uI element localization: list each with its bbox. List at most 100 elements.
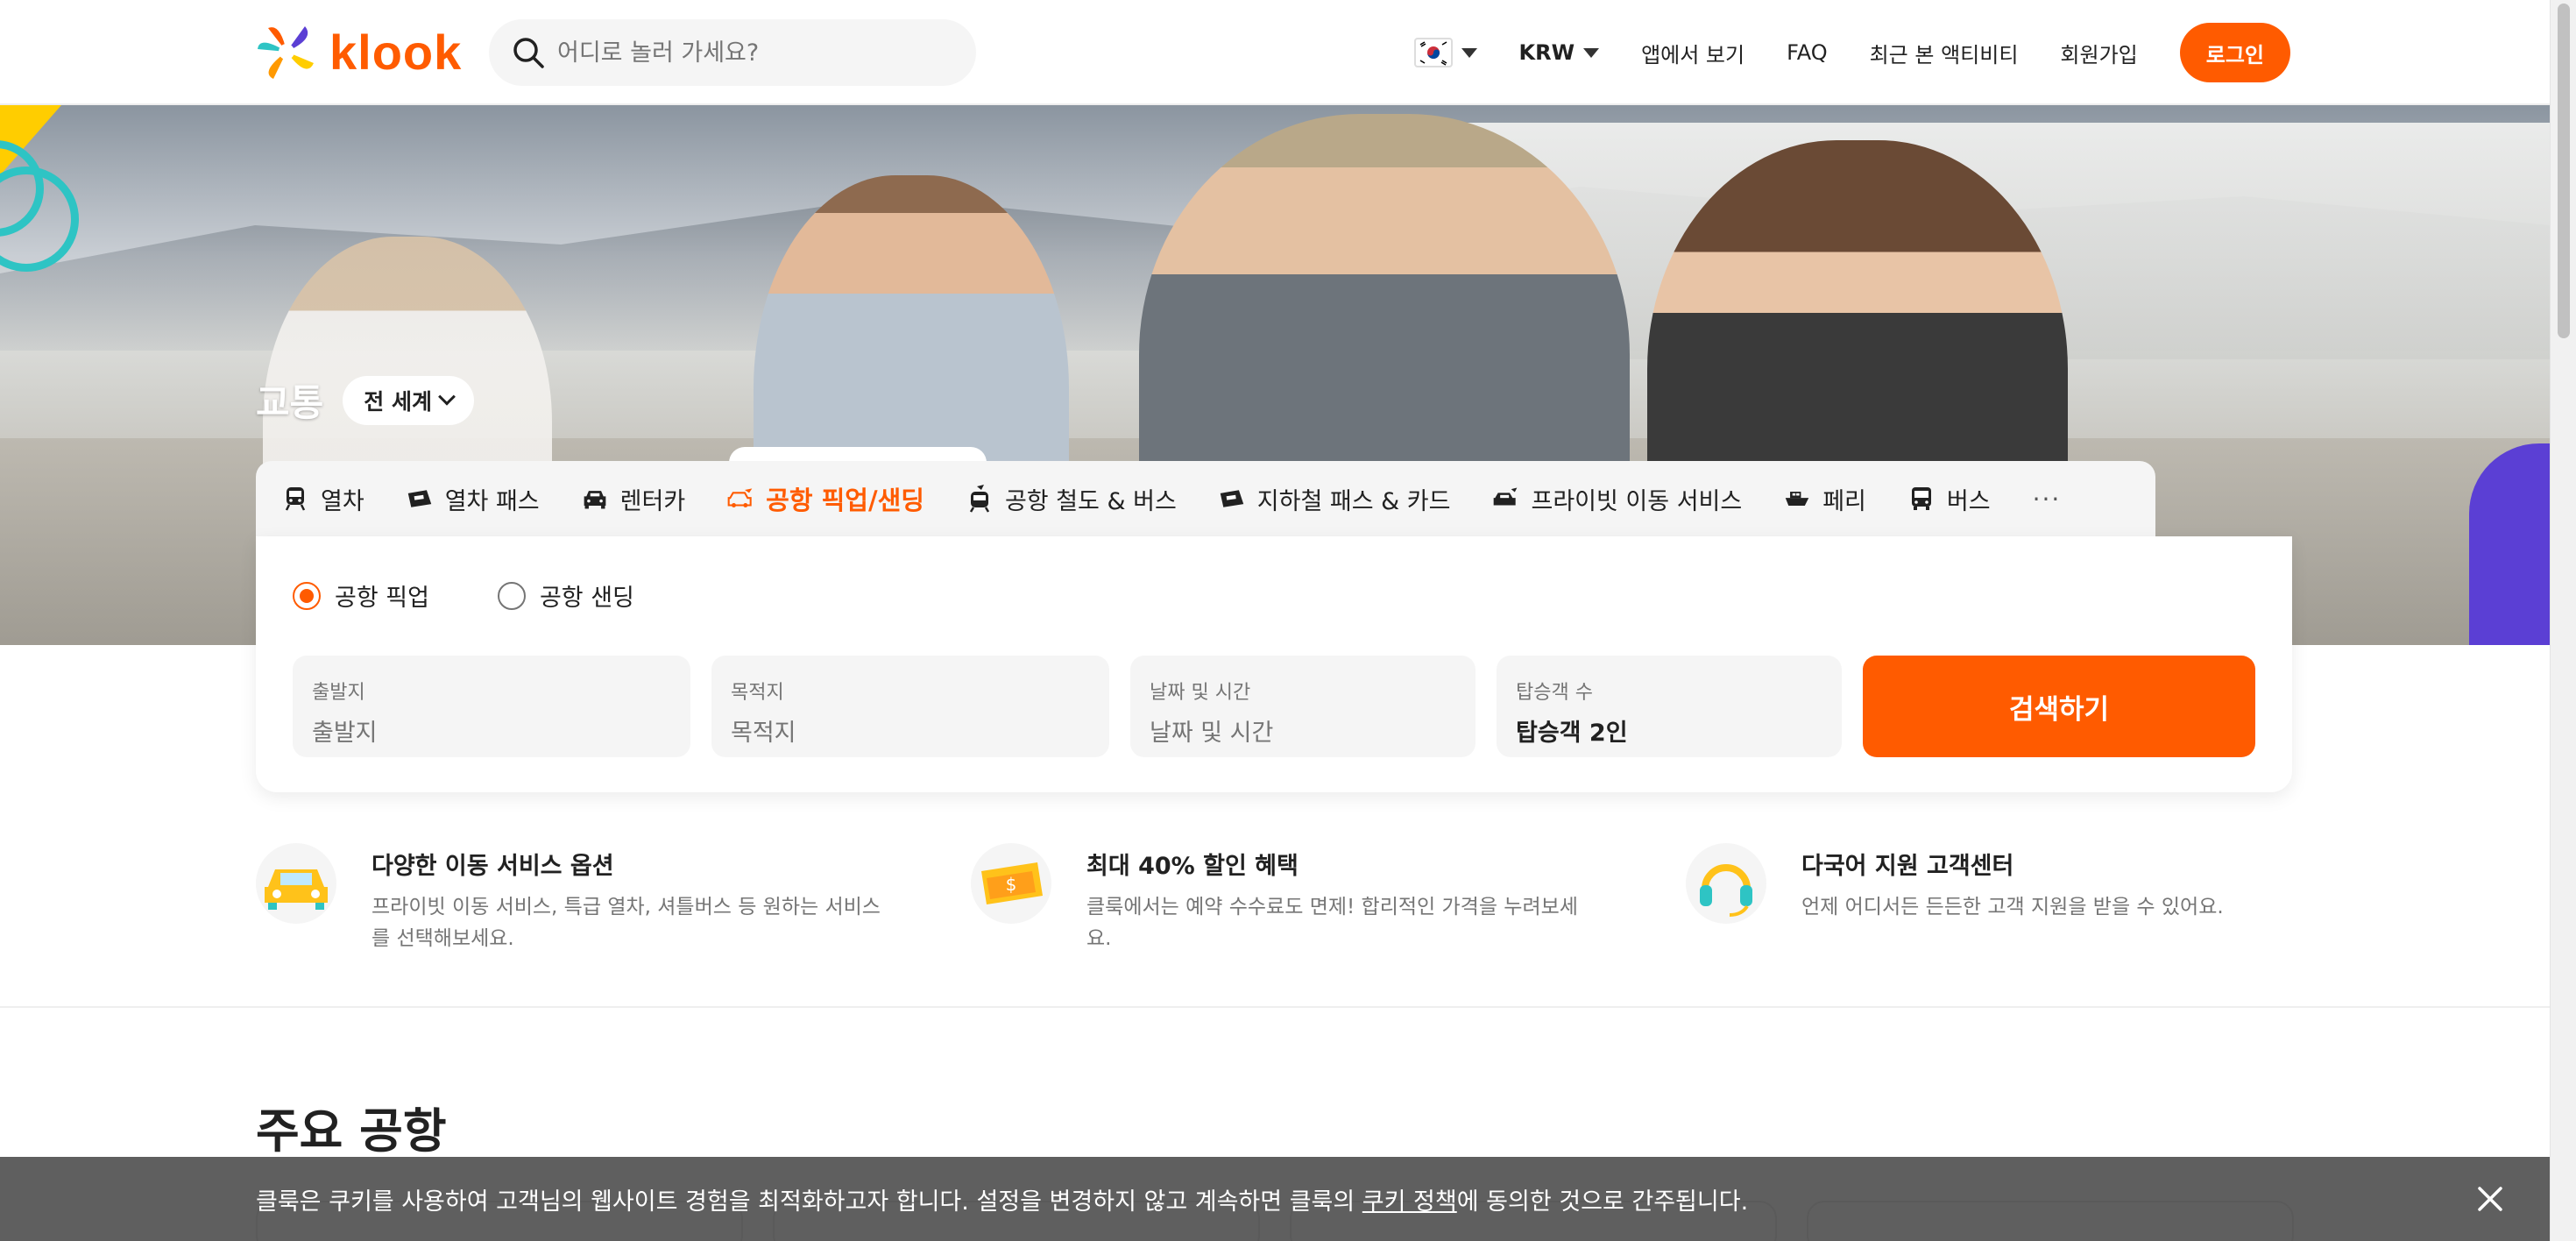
region-label: 전 세계: [364, 388, 432, 415]
benefit-title: 다양한 이동 서비스 옵션: [372, 853, 614, 880]
benefits-row: 다양한 이동 서비스 옵션 프라이빗 이동 서비스, 특급 열차, 셔틀버스 등…: [256, 843, 2292, 950]
tab-subway-card[interactable]: 지하철 패스 & 카드: [1219, 482, 1451, 516]
benefit-desc-line: 언제 어디서든 든든한 고객 지원을 받을 수 있어요.: [1801, 896, 2224, 918]
headset-icon: [1686, 843, 1766, 924]
page-scrollbar[interactable]: [2550, 0, 2576, 1241]
transport-tabs: 열차 열차 패스 렌터카 공항 픽업/샌딩 공항 철도 & 버스 지하철 패스 …: [256, 461, 2155, 536]
field-value: 탑승객 2인: [1516, 720, 1628, 747]
benefit-description: 프라이빗 이동 서비스, 특급 열차, 셔틀버스 등 원하는 서비스 를 선택해…: [372, 891, 881, 954]
field-value: 날짜 및 시간: [1150, 720, 1274, 747]
decor-teal-ring: [0, 167, 79, 272]
global-search[interactable]: [489, 19, 976, 86]
tab-rail-pass[interactable]: 열차 패스: [407, 482, 540, 516]
benefit-item: 다국어 지원 고객센터 언제 어디서든 든든한 고객 지원을 받을 수 있어요.: [1686, 843, 2224, 924]
top-header: klook KRW: [0, 0, 2550, 105]
train-icon: [282, 486, 308, 512]
tab-rental-car[interactable]: 렌터카: [582, 482, 685, 516]
field-value: 출발지: [312, 720, 378, 747]
dollar-ticket-icon: $: [971, 843, 1051, 924]
tab-label: 지하철 패스 & 카드: [1256, 487, 1451, 515]
section-divider: [0, 1006, 2550, 1008]
language-selector[interactable]: [1413, 38, 1477, 67]
nav-app-link[interactable]: 앱에서 보기: [1641, 38, 1744, 68]
cookie-policy-link[interactable]: 쿠키 정책: [1362, 1188, 1457, 1216]
nav-faq-link[interactable]: FAQ: [1787, 40, 1828, 65]
section-title: 주요 공항: [256, 1103, 447, 1159]
search-input[interactable]: [557, 39, 925, 67]
passengers-field[interactable]: 탑승객 수 탑승객 2인: [1497, 656, 1842, 757]
transfer-search-panel: 공항 픽업 공항 샌딩 출발지 출발지 목적지 목적지 날짜 및 시간 날짜 및…: [256, 536, 2292, 792]
field-label: 날짜 및 시간: [1150, 682, 1251, 704]
radio-label: 공항 샌딩: [539, 585, 634, 612]
search-button[interactable]: 검색하기: [1863, 656, 2255, 757]
bus-icon: [1908, 486, 1935, 512]
car-icon: [582, 486, 608, 512]
benefit-text: 다양한 이동 서비스 옵션 프라이빗 이동 서비스, 특급 열차, 셔틀버스 등…: [372, 843, 881, 954]
airport-car-icon: [727, 486, 754, 512]
departure-field[interactable]: 출발지 출발지: [293, 656, 690, 757]
cookie-text-after: 에 동의한 것으로 간주됩니다.: [1456, 1188, 1749, 1216]
logo-text: klook: [329, 24, 463, 80]
more-tabs-button[interactable]: ···: [2033, 485, 2062, 514]
destination-field[interactable]: 목적지 목적지: [711, 656, 1109, 757]
scrollbar-thumb[interactable]: [2558, 4, 2570, 338]
field-label: 출발지: [312, 682, 365, 704]
benefit-title: 최대 40% 할인 혜택: [1086, 853, 1299, 880]
close-icon[interactable]: [2474, 1183, 2506, 1215]
chevron-down-icon: [1583, 47, 1600, 58]
tab-train[interactable]: 열차: [282, 482, 364, 516]
cookie-text-before: 클룩은 쿠키를 사용하여 고객님의 웹사이트 경험을 최적화하고자 합니다. 설…: [256, 1188, 1362, 1216]
benefit-title: 다국어 지원 고객센터: [1801, 853, 2014, 880]
radio-airport-pickup[interactable]: 공항 픽업: [293, 578, 429, 613]
radio-indicator: [497, 581, 526, 610]
tab-label: 프라이빗 이동 서비스: [1531, 487, 1743, 515]
subway-card-icon: [1219, 486, 1245, 512]
korea-flag-icon: [1413, 38, 1453, 67]
field-label: 탑승객 수: [1516, 682, 1593, 704]
benefit-desc-line: 를 선택해보세요.: [372, 927, 514, 950]
hero-heading: 교통 전 세계: [256, 373, 474, 427]
tab-label: 열차: [321, 487, 364, 515]
tab-private-transfer[interactable]: 프라이빗 이동 서비스: [1492, 482, 1742, 516]
radio-label: 공항 픽업: [335, 585, 429, 612]
ferry-icon: [1784, 486, 1810, 512]
benefit-desc-line: 프라이빗 이동 서비스, 특급 열차, 셔틀버스 등 원하는 서비스: [372, 896, 881, 918]
field-value: 목적지: [731, 720, 796, 747]
chevron-down-icon: [438, 387, 456, 406]
svg-text:$: $: [1006, 874, 1017, 895]
date-time-field[interactable]: 날짜 및 시간 날짜 및 시간: [1130, 656, 1476, 757]
nav-recently-viewed-link[interactable]: 최근 본 액티비티: [1870, 38, 2019, 68]
tab-label: 공항 철도 & 버스: [1004, 487, 1177, 515]
decor-purple-shape: [2469, 443, 2550, 645]
tab-label: 페리: [1822, 487, 1866, 515]
currency-label: KRW: [1518, 40, 1575, 65]
tab-bus[interactable]: 버스: [1908, 482, 1991, 516]
cookie-banner: 클룩은 쿠키를 사용하여 고객님의 웹사이트 경험을 최적화하고자 합니다. 설…: [0, 1157, 2550, 1241]
klook-logo[interactable]: klook: [256, 23, 462, 81]
login-button[interactable]: 로그인: [2179, 23, 2290, 82]
benefit-description: 언제 어디서든 든든한 고객 지원을 받을 수 있어요.: [1801, 891, 2224, 923]
field-label: 목적지: [731, 682, 784, 704]
benefit-text: 다국어 지원 고객센터 언제 어디서든 든든한 고객 지원을 받을 수 있어요.: [1801, 843, 2224, 924]
region-dropdown[interactable]: 전 세계: [343, 375, 474, 425]
benefit-desc-line: 클룩에서는 예약 수수료도 면제! 합리적인 가격을 누려보세: [1086, 896, 1578, 918]
benefit-text: 최대 40% 할인 혜택 클룩에서는 예약 수수료도 면제! 합리적인 가격을 …: [1086, 843, 1578, 954]
benefit-desc-line: 요.: [1086, 927, 1112, 950]
tab-label: 열차 패스: [444, 487, 540, 515]
tab-ferry[interactable]: 페리: [1784, 482, 1866, 516]
radio-airport-dropoff[interactable]: 공항 샌딩: [497, 578, 634, 613]
benefit-description: 클룩에서는 예약 수수료도 면제! 합리적인 가격을 누려보세 요.: [1086, 891, 1578, 954]
nav-signup-link[interactable]: 회원가입: [2060, 38, 2137, 68]
airport-rail-icon: [966, 485, 993, 513]
klook-logo-mark-icon: [258, 26, 314, 79]
benefit-item: 다양한 이동 서비스 옵션 프라이빗 이동 서비스, 특급 열차, 셔틀버스 등…: [256, 843, 881, 954]
search-icon: [513, 38, 544, 68]
currency-selector[interactable]: KRW: [1519, 40, 1600, 65]
benefit-item: $ 최대 40% 할인 혜택 클룩에서는 예약 수수료도 면제! 합리적인 가격…: [971, 843, 1578, 954]
radio-indicator: [293, 581, 321, 610]
tab-airport-rail-bus[interactable]: 공항 철도 & 버스: [966, 482, 1177, 516]
tab-airport-transfer[interactable]: 공항 픽업/샌딩: [727, 480, 924, 517]
chevron-down-icon: [1461, 47, 1477, 58]
private-car-icon: [1492, 486, 1518, 512]
yellow-car-icon: [256, 843, 336, 924]
